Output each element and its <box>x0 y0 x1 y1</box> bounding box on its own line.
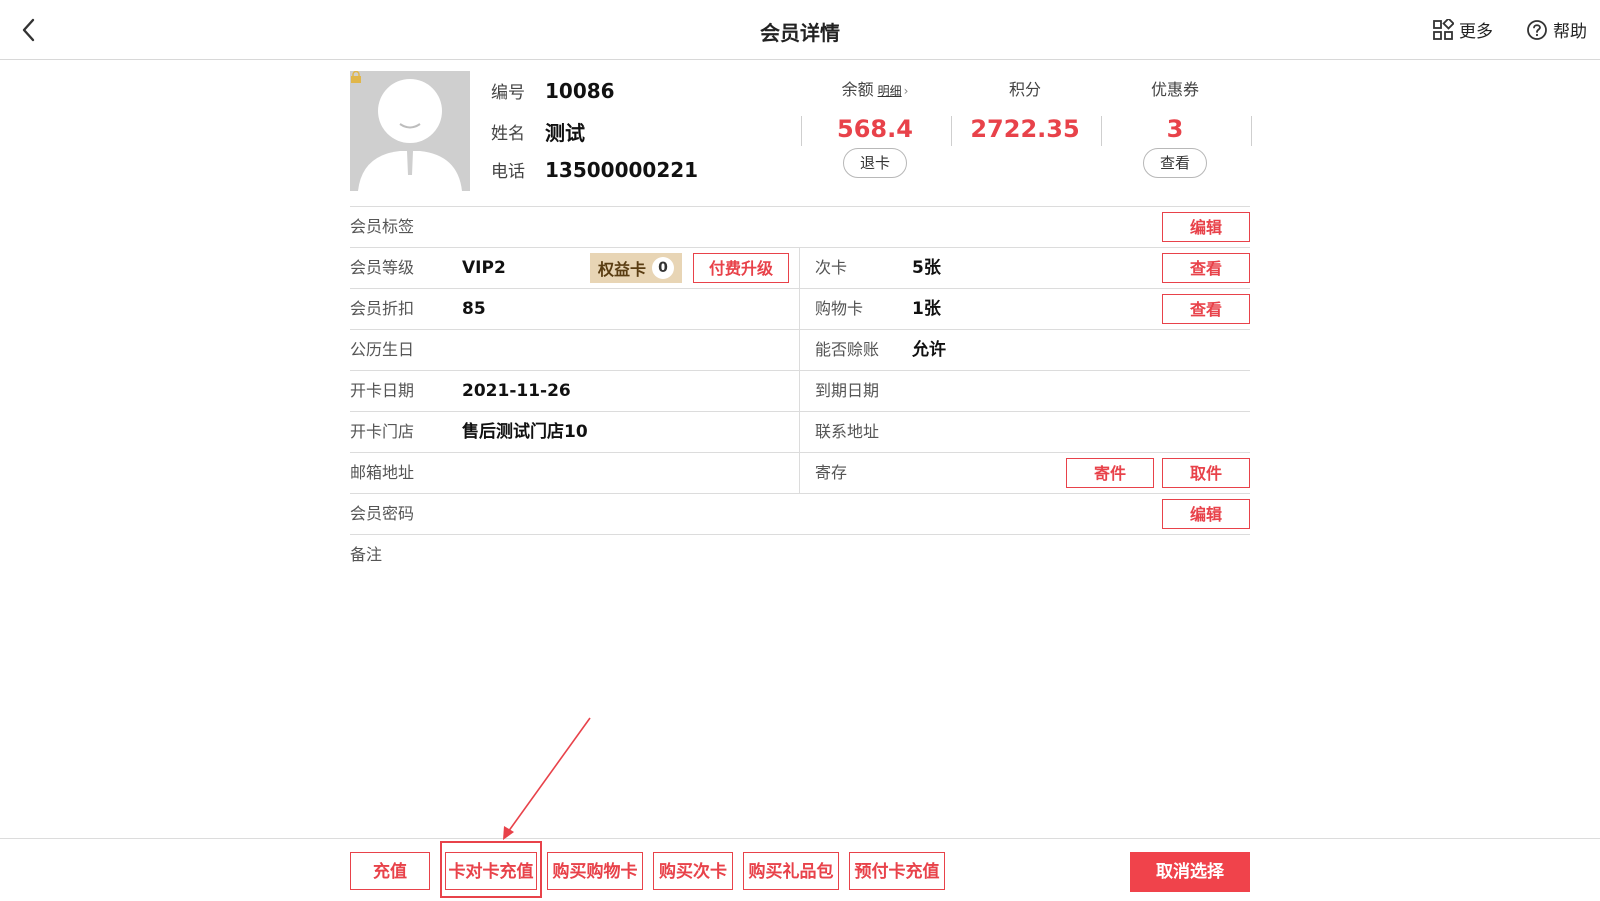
shopping-card-label: 购物卡 <box>815 299 864 318</box>
member-phone-value: 13500000221 <box>545 157 699 182</box>
lock-icon <box>351 71 361 83</box>
member-phone-row: 电话 13500000221 <box>491 157 699 183</box>
shopping-card-value: 1张 <box>912 299 941 319</box>
points-value: 2722.35 <box>970 115 1080 143</box>
coupon-stat: 优惠券 3 查看 <box>1100 78 1250 178</box>
deposit-button[interactable]: 寄件 <box>1066 458 1154 488</box>
grid-icon <box>1433 18 1454 40</box>
user-silhouette-icon <box>358 79 462 191</box>
discount-label: 会员折扣 <box>350 299 415 318</box>
points-label: 积分 <box>1008 80 1041 99</box>
page-title: 会员详情 <box>760 21 840 45</box>
table-row: 会员标签 编辑 <box>350 206 1250 247</box>
discount-value: 85 <box>462 299 486 319</box>
times-card-label: 次卡 <box>815 258 848 277</box>
open-date-label: 开卡日期 <box>350 381 415 400</box>
pickup-button[interactable]: 取件 <box>1162 458 1250 488</box>
member-name-row: 姓名 测试 <box>491 117 585 146</box>
edit-password-button[interactable]: 编辑 <box>1162 499 1250 529</box>
view-shopping-card-button[interactable]: 查看 <box>1162 294 1250 324</box>
birthday-label: 公历生日 <box>350 340 415 359</box>
help-label: 帮助 <box>1553 22 1587 42</box>
rights-card-count: 0 <box>652 257 674 279</box>
column-divider <box>799 248 800 288</box>
email-label: 邮箱地址 <box>350 463 415 482</box>
help-icon <box>1527 19 1547 40</box>
buy-gift-pack-button[interactable]: 购买礼品包 <box>743 852 839 890</box>
balance-detail-link[interactable]: 明细 <box>878 84 902 98</box>
level-value: VIP2 <box>462 258 506 278</box>
column-divider <box>799 289 800 329</box>
member-name-label: 姓名 <box>491 124 525 144</box>
table-row: 开卡门店 售后测试门店10 联系地址 <box>350 411 1250 452</box>
rights-card-label: 权益卡 <box>597 260 646 279</box>
view-times-card-button[interactable]: 查看 <box>1162 253 1250 283</box>
more-label: 更多 <box>1459 22 1493 42</box>
paid-upgrade-button[interactable]: 付费升级 <box>693 253 789 283</box>
tag-label: 会员标签 <box>350 217 415 236</box>
member-id-value: 10086 <box>545 78 615 103</box>
member-id-label: 编号 <box>491 83 525 103</box>
level-label: 会员等级 <box>350 258 415 277</box>
member-phone-label: 电话 <box>491 162 525 182</box>
remark-label: 备注 <box>350 545 383 564</box>
member-id-row: 编号 10086 <box>491 78 615 104</box>
open-store-value: 售后测试门店10 <box>462 422 588 442</box>
action-bar: 充值 卡对卡充值 购买购物卡 购买次卡 购买礼品包 预付卡充值 取消选择 <box>0 838 1600 901</box>
member-details-table: 会员标签 编辑 会员等级 VIP2 权益卡 0 付费升级 次卡 5张 查看 会员… <box>350 206 1250 535</box>
credit-value: 允许 <box>912 340 946 360</box>
column-divider <box>799 453 800 493</box>
coupon-value: 3 <box>1166 115 1184 143</box>
edit-tag-button[interactable]: 编辑 <box>1162 212 1250 242</box>
balance-value: 568.4 <box>837 115 913 143</box>
refund-card-button[interactable]: 退卡 <box>842 148 907 178</box>
table-bottom-border <box>350 534 1250 535</box>
card-to-card-recharge-button[interactable]: 卡对卡充值 <box>445 852 537 890</box>
stat-divider <box>801 116 802 146</box>
points-stat: 积分 2722.35 <box>950 78 1100 144</box>
stat-divider <box>1251 116 1252 146</box>
balance-header[interactable]: 余额 明细 › <box>800 78 950 102</box>
table-row: 邮箱地址 寄存 寄件 取件 <box>350 452 1250 493</box>
chevron-right-icon: › <box>903 84 909 98</box>
buy-shopping-card-button[interactable]: 购买购物卡 <box>547 852 643 890</box>
open-date-value: 2021-11-26 <box>462 381 571 401</box>
top-bar: 会员详情 更多 帮助 <box>0 0 1600 60</box>
address-label: 联系地址 <box>815 422 880 441</box>
recharge-button[interactable]: 充值 <box>350 852 430 890</box>
balance-stat: 余额 明细 › 568.4 退卡 <box>800 78 950 178</box>
credit-label: 能否赊账 <box>815 340 880 359</box>
table-row: 会员折扣 85 购物卡 1张 查看 <box>350 288 1250 329</box>
avatar[interactable] <box>350 71 470 191</box>
table-row: 开卡日期 2021-11-26 到期日期 <box>350 370 1250 411</box>
help-button[interactable]: 帮助 <box>1526 17 1587 42</box>
column-divider <box>799 371 800 411</box>
expire-date-label: 到期日期 <box>815 381 880 400</box>
table-row: 公历生日 能否赊账 允许 <box>350 329 1250 370</box>
more-button[interactable]: 更多 <box>1432 17 1493 42</box>
column-divider <box>799 330 800 370</box>
coupon-label: 优惠券 <box>1150 80 1199 99</box>
cancel-selection-button[interactable]: 取消选择 <box>1130 852 1250 892</box>
open-store-label: 开卡门店 <box>350 422 415 441</box>
storage-label: 寄存 <box>815 463 848 482</box>
password-label: 会员密码 <box>350 504 415 523</box>
prepaid-card-recharge-button[interactable]: 预付卡充值 <box>849 852 945 890</box>
member-name-value: 测试 <box>545 121 585 145</box>
rights-card-badge[interactable]: 权益卡 0 <box>590 253 682 283</box>
column-divider <box>799 412 800 452</box>
balance-label: 余额 <box>841 80 874 99</box>
buy-times-card-button[interactable]: 购买次卡 <box>653 852 733 890</box>
view-coupon-button[interactable]: 查看 <box>1142 148 1207 178</box>
table-row: 会员等级 VIP2 权益卡 0 付费升级 次卡 5张 查看 <box>350 247 1250 288</box>
times-card-value: 5张 <box>912 258 941 278</box>
table-row: 会员密码 编辑 <box>350 493 1250 534</box>
